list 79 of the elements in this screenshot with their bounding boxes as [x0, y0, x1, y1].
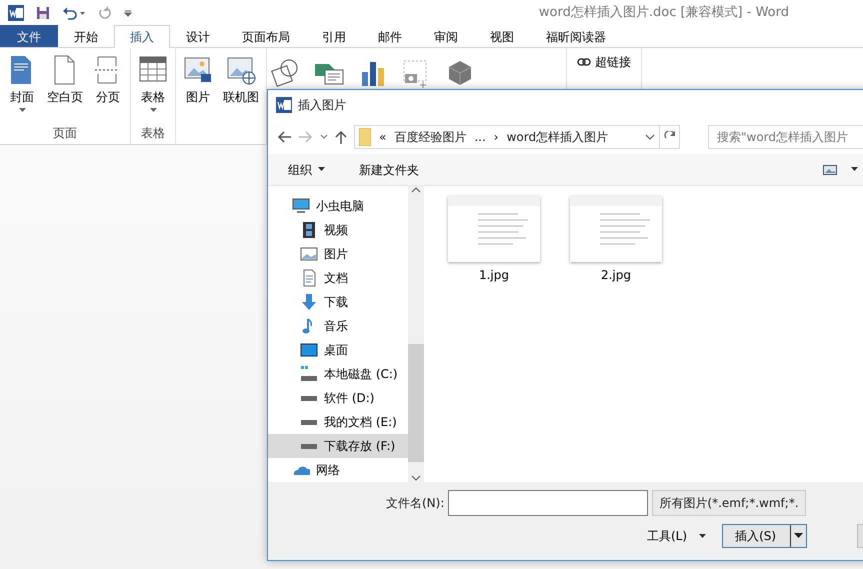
nav-item[interactable]: 软件 (D:)	[268, 386, 408, 410]
ribbon-tab[interactable]: 邮件	[362, 25, 418, 47]
window-title: word怎样插入图片.doc [兼容模式] - Word	[538, 4, 789, 22]
drive-icon	[300, 444, 318, 448]
scroll-up-icon	[411, 186, 421, 194]
group-label: 页面	[52, 125, 78, 142]
nav-item[interactable]: 文档	[268, 266, 408, 290]
file-item[interactable]: 2.jpg	[570, 196, 662, 284]
hyperlink-button[interactable]: 超链接	[571, 52, 637, 72]
ribbon-tab[interactable]: 福昕阅读器	[530, 25, 622, 47]
undo-icon[interactable]	[62, 6, 86, 20]
ribbon-tab[interactable]: 审阅	[418, 25, 474, 47]
history-caret-icon[interactable]	[320, 134, 328, 140]
ribbon-tab[interactable]: 设计	[170, 25, 226, 47]
file-type-dropdown[interactable]: 所有图片(*.emf;*.wmf;*.	[652, 490, 806, 516]
insert-button[interactable]: 插入(S)	[722, 524, 808, 548]
back-arrow-icon[interactable]	[276, 130, 292, 144]
ribbon-button[interactable]: 联机图	[220, 52, 262, 142]
nav-item[interactable]: 音乐	[268, 314, 408, 338]
ribbon-button[interactable]: 图片	[180, 52, 216, 142]
shapes-icon	[271, 58, 299, 88]
nav-item[interactable]: 下载存放 (F:)	[268, 434, 408, 458]
ribbon-button[interactable]: 空白页	[44, 52, 86, 124]
breadcrumb-item[interactable]: ›	[494, 128, 499, 146]
filename-field[interactable]	[448, 490, 648, 516]
nav-item[interactable]: 下载	[268, 290, 408, 314]
picture-icon	[300, 245, 318, 263]
filename-label: 文件名(N):	[386, 495, 444, 512]
breadcrumb-item[interactable]: word怎样插入图片	[506, 128, 608, 146]
ribbon-tab[interactable]: 页面布局	[226, 25, 306, 47]
scroll-down-icon	[411, 474, 421, 482]
refresh-button[interactable]	[660, 125, 680, 149]
film-strip-icon	[300, 221, 318, 239]
address-bar[interactable]: « 百度经验图片 ... › word怎样插入图片	[354, 125, 660, 149]
breadcrumb-item[interactable]: ...	[474, 128, 486, 146]
drive-icon	[300, 365, 318, 383]
ribbon-tab[interactable]: 插入	[114, 25, 170, 48]
tools-button[interactable]: 工具(L)	[641, 526, 712, 546]
view-options-icon[interactable]	[823, 164, 837, 174]
breadcrumb-item[interactable]: «	[379, 128, 386, 146]
save-icon[interactable]	[36, 6, 50, 20]
scrollbar[interactable]	[408, 186, 424, 482]
caret-icon[interactable]	[851, 167, 858, 172]
nav-item[interactable]: 小虫电脑	[268, 194, 408, 218]
folder-icon	[359, 128, 371, 146]
ribbon-tab[interactable]: 视图	[474, 25, 530, 47]
ribbon-button[interactable]: 表格	[135, 52, 171, 124]
nav-item[interactable]: 我的文档 (E:)	[268, 410, 408, 434]
down-arrow-icon	[300, 293, 318, 311]
caret-icon	[794, 533, 804, 539]
dropdown-caret-icon	[645, 134, 656, 140]
new-folder-button[interactable]: 新建文件夹	[357, 158, 421, 180]
group-label: 表格	[140, 125, 166, 142]
monitor-icon	[300, 341, 318, 359]
breadcrumb-item[interactable]: 百度经验图片	[394, 128, 466, 146]
nav-item[interactable]: 网络	[268, 458, 408, 482]
nav-item[interactable]: 桌面	[268, 338, 408, 362]
ribbon-button[interactable]: 分页	[90, 52, 126, 124]
dialog-title: 插入图片	[298, 97, 346, 114]
nav-item[interactable]: 图片	[268, 242, 408, 266]
computer-icon	[292, 197, 310, 215]
organize-button[interactable]: 组织	[286, 158, 327, 180]
ribbon-tab[interactable]: 引用	[306, 25, 362, 47]
search-field[interactable]: 搜索"word怎样插入图片	[708, 125, 863, 149]
ribbon-tab[interactable]: 开始	[58, 25, 114, 47]
word-logo-icon	[276, 97, 292, 113]
drive-icon	[300, 396, 318, 400]
customize-caret-icon[interactable]	[124, 8, 132, 16]
up-arrow-icon[interactable]	[334, 129, 348, 145]
ribbon-button[interactable]: 封面	[4, 52, 40, 124]
nav-item[interactable]: 视频	[268, 218, 408, 242]
ribbon-tab[interactable]: 文件	[0, 25, 58, 47]
drive-icon	[300, 420, 318, 424]
caret-icon	[699, 534, 706, 538]
file-item[interactable]: 1.jpg	[448, 196, 540, 284]
nav-item[interactable]: 本地磁盘 (C:)	[268, 362, 408, 386]
chain-link-icon	[577, 56, 591, 68]
caret-icon	[318, 167, 325, 172]
word-logo-icon	[8, 4, 24, 20]
